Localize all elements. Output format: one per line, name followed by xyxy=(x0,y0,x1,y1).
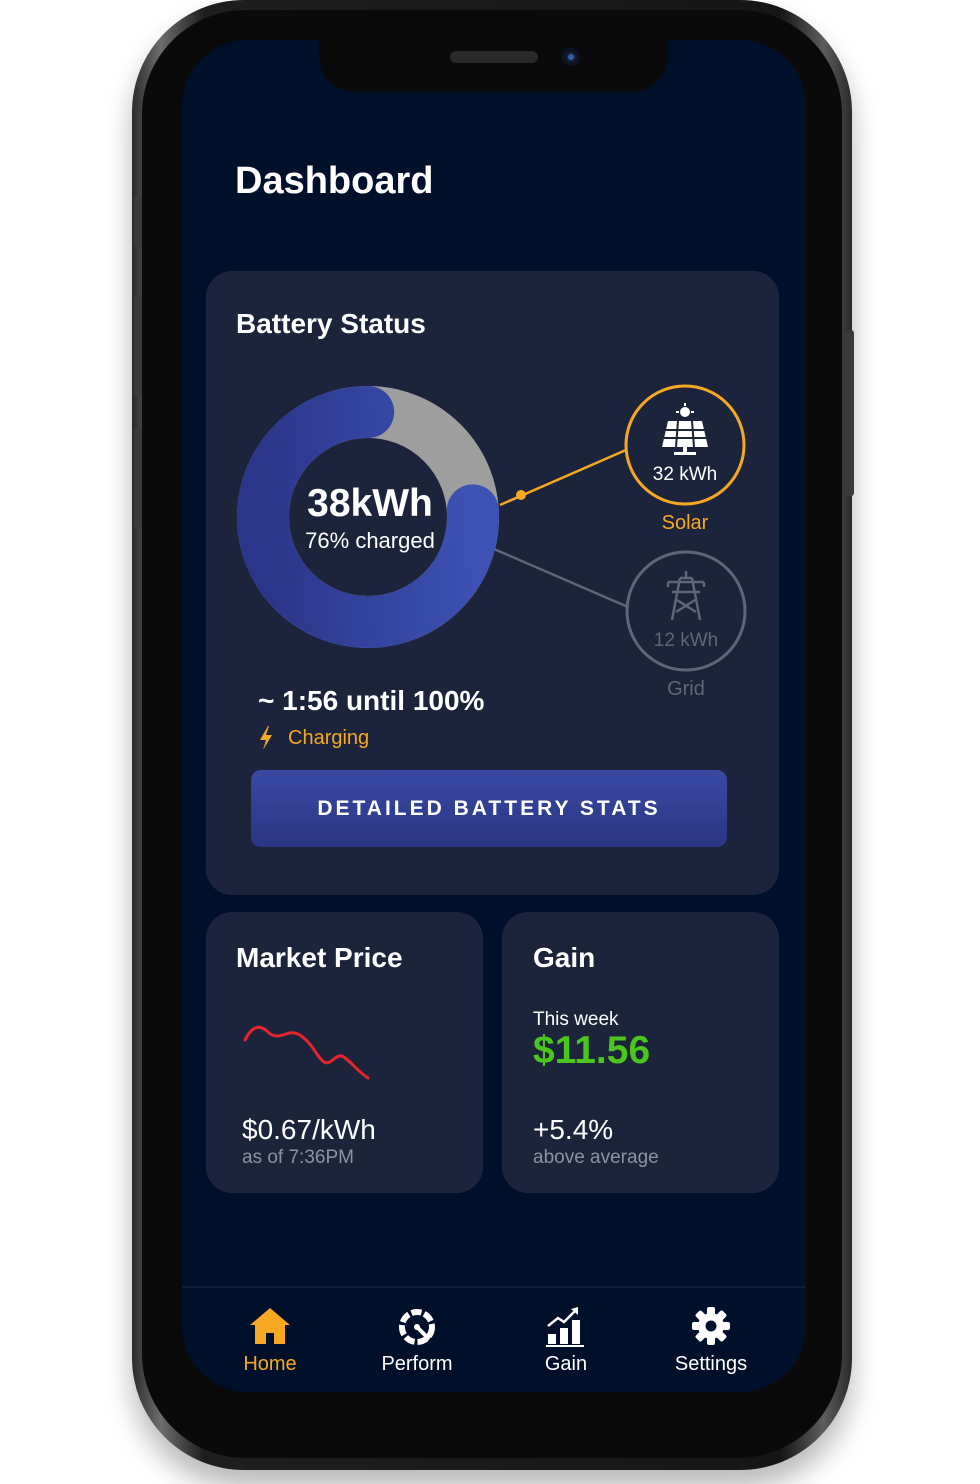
home-icon xyxy=(250,1308,290,1344)
gain-amount: $11.56 xyxy=(533,1029,651,1072)
nav-item-gain[interactable]: Gain xyxy=(506,1302,626,1382)
battery-energy-value: 38kWh xyxy=(307,482,433,525)
bottom-nav-divider xyxy=(182,1286,806,1288)
charging-status: Charging xyxy=(288,727,370,749)
gear-icon xyxy=(692,1307,730,1345)
market-price-timestamp: as of 7:36PM xyxy=(242,1147,354,1168)
grid-value: 12 kWh xyxy=(653,630,719,651)
market-price-value: $0.67/kWh xyxy=(242,1114,376,1145)
bar-chart-icon xyxy=(546,1307,584,1347)
gain-title: Gain xyxy=(533,942,596,973)
solar-value: 32 kWh xyxy=(652,464,718,485)
market-price-sparkline xyxy=(243,1025,370,1080)
nav-label-settings: Settings xyxy=(674,1353,748,1375)
nav-label-home: Home xyxy=(243,1353,297,1375)
battery-graphics xyxy=(237,384,747,672)
nav-label-perform: Perform xyxy=(381,1353,453,1375)
nav-item-perform[interactable]: Perform xyxy=(357,1302,477,1382)
solar-connector-dot xyxy=(516,490,526,500)
market-price-title: Market Price xyxy=(236,942,403,973)
solar-label: Solar xyxy=(661,512,709,534)
grid-label: Grid xyxy=(667,678,705,700)
gain-period-label: This week xyxy=(533,1009,619,1030)
sparkline-path xyxy=(243,1025,370,1080)
lightning-icon xyxy=(260,726,272,750)
nav-item-settings[interactable]: Settings xyxy=(651,1302,771,1382)
charge-eta: ~ 1:56 until 100% xyxy=(258,685,485,716)
gain-change: +5.4% xyxy=(533,1114,614,1145)
speedometer-icon xyxy=(399,1309,435,1345)
battery-charged-label: 76% charged xyxy=(305,528,435,553)
grid-connector-line xyxy=(493,547,629,609)
grid-source-ring[interactable] xyxy=(625,550,747,672)
nav-item-home[interactable]: Home xyxy=(210,1302,330,1382)
nav-label-gain: Gain xyxy=(544,1353,588,1375)
gain-change-label: above average xyxy=(533,1147,659,1168)
detailed-battery-stats-button[interactable]: DETAILED BATTERY STATS xyxy=(251,770,727,847)
